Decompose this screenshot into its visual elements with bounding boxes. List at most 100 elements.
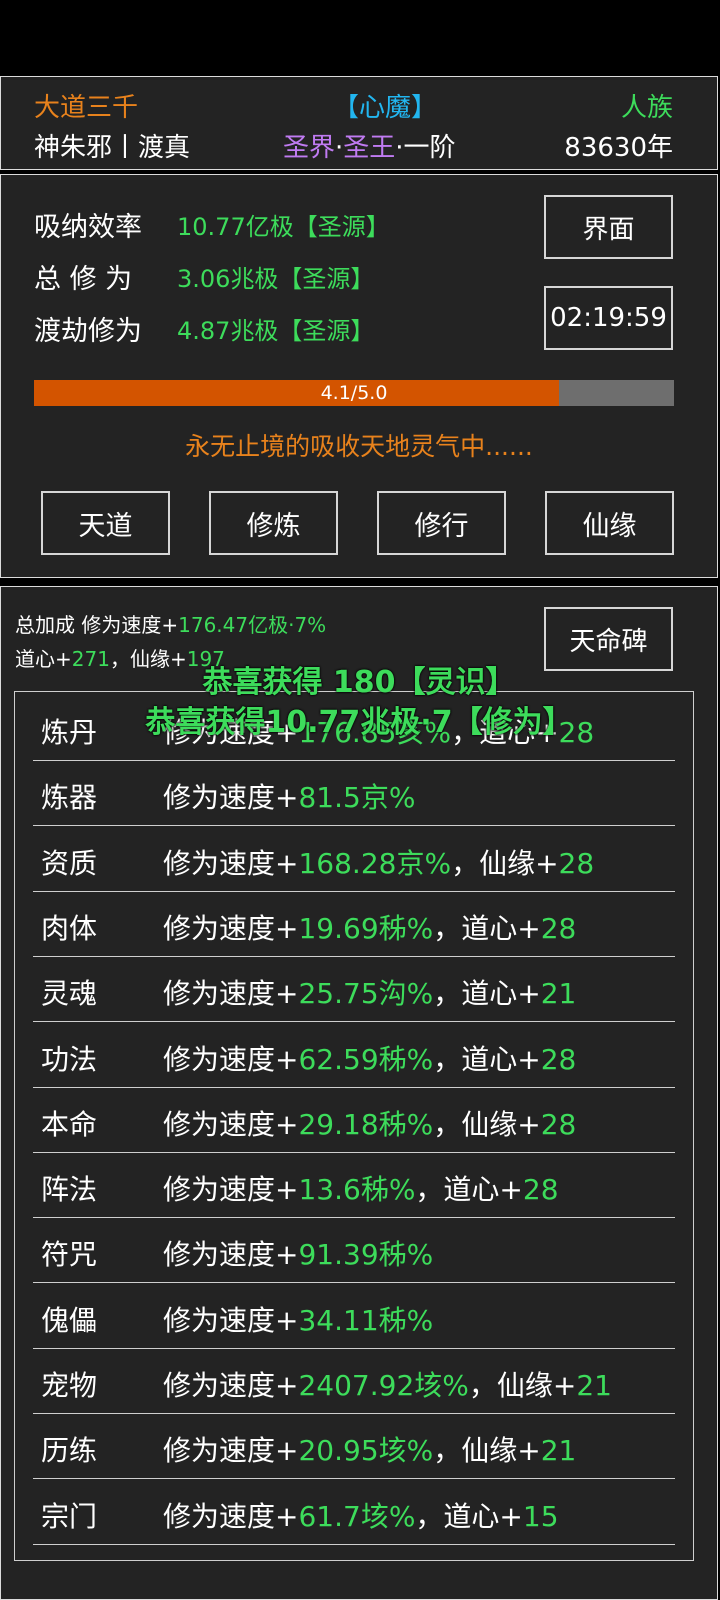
row-extra-label: ，道心+: [433, 1042, 541, 1076]
action-button-xiulian[interactable]: 修炼: [209, 491, 338, 555]
stat-value: 10.77亿极【圣源】: [177, 213, 390, 241]
row-speed: 81.5京%: [298, 781, 416, 815]
row-extra-label: ，仙缘+: [433, 1434, 541, 1468]
row-name: 符咒: [41, 1238, 98, 1272]
table-row: 宗门 修为速度+61.7垓%，道心+15: [33, 1479, 675, 1545]
row-speed: 168.28京%: [298, 846, 452, 880]
stat-value: 3.06兆极【圣源】: [177, 265, 375, 293]
status-text: 永无止境的吸收天地灵气中......: [185, 432, 533, 461]
row-name: 灵魂: [41, 977, 98, 1011]
row-speed: 2407.92垓%: [298, 1369, 469, 1402]
stat-label: 总 修 为: [34, 264, 133, 295]
row-value: 修为速度+29.18秭%，仙缘+28: [163, 1103, 576, 1143]
row-name: 炼器: [41, 781, 98, 815]
row-value: 修为速度+91.39秭%: [163, 1233, 433, 1273]
row-value: 修为速度+62.59秭%，道心+28: [163, 1038, 576, 1078]
row-value: 修为速度+2407.92垓%，仙缘+21: [163, 1364, 612, 1404]
row-value: 修为速度+19.69秭%，道心+28: [163, 907, 576, 947]
row-name: 本命: [41, 1107, 98, 1141]
table-row: 阵法 修为速度+13.6秭%，道心+28: [33, 1152, 675, 1219]
total-bonus-prefix: 总加成 修为速度+: [15, 613, 179, 637]
row-prefix: 修为速度+: [163, 1238, 299, 1272]
stats-panel: 吸纳效率 10.77亿极【圣源】 总 修 为 3.06兆极【圣源】 渡劫修为 4…: [0, 174, 718, 578]
stat-label: 吸纳效率: [34, 212, 142, 243]
row-prefix: 修为速度+: [163, 977, 299, 1011]
action-button-xiuxing[interactable]: 修行: [377, 491, 506, 555]
row-value: 修为速度+168.28京%，仙缘+28: [163, 842, 594, 882]
timer-display: 02:19:59: [544, 286, 673, 350]
row-speed: 25.75沟%: [298, 977, 434, 1011]
row-extra-label: ，道心+: [433, 911, 541, 945]
table-row: 本命 修为速度+29.18秭%，仙缘+28: [33, 1087, 675, 1153]
row-value: 修为速度+13.6秭%，道心+28: [163, 1168, 559, 1208]
progress-bar: 4.1/5.0: [34, 380, 674, 406]
player-name: 神朱邪丨渡真: [34, 133, 191, 163]
row-extra-value: 21: [540, 977, 577, 1011]
race-label: 人族: [620, 93, 673, 123]
row-name: 阵法: [41, 1173, 98, 1207]
row-extra-value: 15: [522, 1499, 559, 1533]
row-extra-value: 21: [540, 1434, 577, 1468]
row-prefix: 修为速度+: [163, 911, 299, 945]
table-row: 宠物 修为速度+2407.92垓%，仙缘+21: [33, 1348, 675, 1414]
action-button-xianyuan[interactable]: 仙缘: [545, 491, 674, 555]
row-extra-value: 28: [540, 911, 577, 945]
row-prefix: 修为速度+: [163, 1434, 299, 1468]
stat-label: 渡劫修为: [34, 316, 142, 347]
bonus-list: 炼丹 修为速度+176.85亥%，道心+28 炼器 修为速度+81.5京% 资质 修为速度…: [14, 691, 694, 1561]
row-extra-value: 28: [558, 846, 595, 880]
bonus-panel: 总加成 修为速度+176.47亿极·7% 道心+271，仙缘+197 天命碑 炼…: [0, 586, 718, 1600]
game-title: 大道三千: [34, 93, 139, 123]
realm-world: 圣界: [283, 133, 336, 163]
row-value: 修为速度+25.75沟%，道心+21: [163, 972, 576, 1012]
row-extra-label: ，仙缘+: [433, 1107, 541, 1141]
table-row: 炼器 修为速度+81.5京%: [33, 760, 675, 827]
row-extra-label: ，道心+: [415, 1499, 523, 1533]
row-speed: 20.95垓%: [298, 1434, 434, 1468]
row-prefix: 修为速度+: [163, 781, 299, 815]
row-name: 肉体: [41, 911, 98, 945]
realm-rank: 圣王: [343, 133, 396, 163]
progress-text: 4.1/5.0: [320, 382, 388, 404]
total-bonus-line: 总加成 修为速度+176.47亿极·7%: [15, 609, 326, 638]
row-prefix: 修为速度+: [163, 1303, 299, 1337]
row-extra-label: ，道心+: [433, 977, 541, 1011]
row-speed: 61.7垓%: [298, 1499, 416, 1533]
row-name: 宗门: [41, 1499, 98, 1533]
age-label: 83630年: [564, 133, 673, 163]
toast-spirit: 恭喜获得 180【灵识】: [202, 665, 516, 700]
row-value: 修为速度+34.11秭%: [163, 1299, 433, 1339]
toast-cultivation: 恭喜获得10.77兆极·7【修为】: [145, 705, 573, 740]
interface-button[interactable]: 界面: [544, 195, 673, 259]
row-speed: 13.6秭%: [298, 1173, 416, 1207]
table-row: 历练 修为速度+20.95垓%，仙缘+21: [33, 1413, 675, 1480]
row-speed: 29.18秭%: [298, 1107, 434, 1141]
row-speed: 19.69秭%: [298, 911, 434, 945]
row-name: 宠物: [41, 1369, 98, 1402]
table-row: 功法 修为速度+62.59秭%，道心+28: [33, 1022, 675, 1088]
row-prefix: 修为速度+: [163, 1369, 299, 1402]
realm-tier: ·一阶: [395, 133, 456, 163]
row-value: 修为速度+61.7垓%，道心+15: [163, 1495, 559, 1535]
table-row: 肉体 修为速度+19.69秭%，道心+28: [33, 891, 675, 957]
row-name: 傀儡: [41, 1303, 98, 1337]
action-button-tiandao[interactable]: 天道: [41, 491, 170, 555]
row-speed: 91.39秭%: [298, 1238, 434, 1272]
row-name: 资质: [41, 846, 98, 880]
row-name: 功法: [41, 1042, 98, 1076]
table-row: 资质 修为速度+168.28京%，仙缘+28: [33, 826, 675, 892]
row-extra-value: 28: [540, 1107, 577, 1141]
realm-label: 圣界·圣王·一阶: [283, 127, 456, 164]
row-speed: 62.59秭%: [298, 1042, 434, 1076]
row-extra-label: ，仙缘+: [468, 1369, 577, 1402]
row-extra-label: ，道心+: [415, 1173, 523, 1207]
total-bonus-value: 176.47亿极·7%: [178, 613, 327, 637]
row-value: 修为速度+20.95垓%，仙缘+21: [163, 1429, 576, 1469]
table-row: 傀儡 修为速度+34.11秭%: [33, 1283, 675, 1349]
row-prefix: 修为速度+: [163, 1107, 299, 1141]
table-row: 符咒 修为速度+91.39秭%: [33, 1217, 675, 1284]
row-prefix: 修为速度+: [163, 1042, 299, 1076]
row-speed: 34.11秭%: [298, 1303, 434, 1337]
stat-value: 4.87兆极【圣源】: [177, 317, 375, 345]
row-prefix: 修为速度+: [163, 846, 299, 880]
